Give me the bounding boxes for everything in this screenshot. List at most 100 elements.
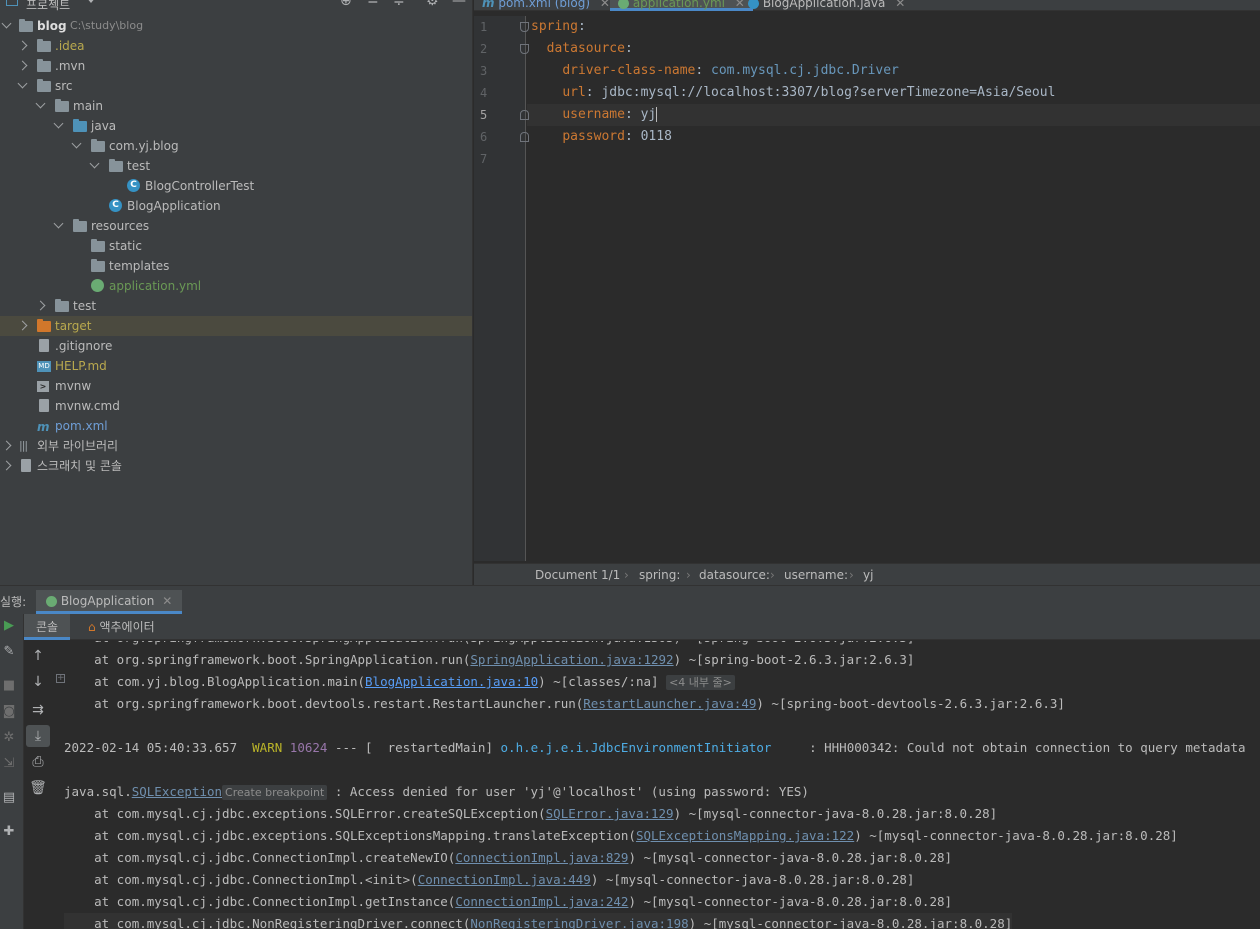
chevron-right-icon[interactable] xyxy=(17,40,28,51)
scroll-to-end-icon[interactable]: ⤓ xyxy=(26,725,50,747)
exception-link[interactable]: SQLException xyxy=(132,784,222,799)
soft-wrap-icon[interactable]: ⇉ xyxy=(26,699,50,721)
trash-icon[interactable]: 🗑 xyxy=(26,777,50,799)
close-icon[interactable]: ✕ xyxy=(600,0,610,10)
stacktrace-link[interactable]: BlogApplication.java:10 xyxy=(365,674,538,689)
fold-end-icon[interactable] xyxy=(520,110,529,120)
console-output[interactable]: + at org.springframework.boot.SpringAppl… xyxy=(54,641,1260,929)
tab-pom-xml[interactable]: m pom.xml (blog) ✕ xyxy=(482,0,610,11)
print-icon[interactable]: ⎙ xyxy=(26,751,50,773)
tree-item-label: mvnw.cmd xyxy=(55,399,120,413)
code-line-3[interactable]: driver-class-name: com.mysql.cj.jdbc.Dri… xyxy=(531,60,899,82)
tree-item-help-md[interactable]: MD HELP.md xyxy=(0,356,472,376)
tree-item-target[interactable]: target xyxy=(0,316,472,336)
tree-item-blogcontrollertest[interactable]: C BlogControllerTest xyxy=(0,176,472,196)
expand-all-icon[interactable]: ≑ xyxy=(393,0,405,9)
tree-item-idea[interactable]: .idea xyxy=(0,36,472,56)
chevron-right-icon[interactable] xyxy=(1,440,12,451)
tree-item-scratches[interactable]: 스크래치 및 콘솔 xyxy=(0,456,472,476)
chevron-right-icon[interactable] xyxy=(17,320,28,331)
chevron-right-icon[interactable] xyxy=(1,460,12,471)
arrow-up-icon[interactable]: ↑ xyxy=(26,645,50,667)
create-breakpoint-button[interactable]: Create breakpoint xyxy=(222,785,328,800)
stacktrace-link[interactable]: ConnectionImpl.java:829 xyxy=(455,850,628,865)
tree-item-package[interactable]: com.yj.blog xyxy=(0,136,472,156)
folded-lines-badge[interactable]: <4 내부 줄> xyxy=(666,675,735,690)
breadcrumb-item[interactable]: username: xyxy=(784,564,848,586)
fold-marker-icon[interactable] xyxy=(520,22,529,32)
code-line-2[interactable]: datasource: xyxy=(531,38,633,60)
camera-icon[interactable]: ◙ xyxy=(0,704,18,719)
tab-blogapplication-java[interactable]: BlogApplication.java ✕ xyxy=(748,0,905,11)
chevron-down-icon[interactable] xyxy=(35,98,46,109)
chevron-right-icon[interactable] xyxy=(17,60,28,71)
chevron-down-icon[interactable] xyxy=(17,78,28,89)
tab-application-yml[interactable]: application.yml ✕ xyxy=(610,0,753,11)
stacktrace-link[interactable]: RestartLauncher.java:49 xyxy=(583,696,756,711)
tree-item-mvnw-cmd[interactable]: mvnw.cmd xyxy=(0,396,472,416)
gear-icon[interactable]: ⚙ xyxy=(426,0,439,9)
tab-console[interactable]: 콘솔 xyxy=(24,614,71,640)
tree-item-static[interactable]: static xyxy=(0,236,472,256)
chevron-down-icon[interactable] xyxy=(89,158,100,169)
breadcrumb-item[interactable]: spring: xyxy=(639,564,680,586)
chevron-down-icon[interactable] xyxy=(71,138,82,149)
chevron-right-icon[interactable] xyxy=(35,300,46,311)
chevron-down-icon[interactable] xyxy=(53,118,64,129)
tree-item-resources[interactable]: resources xyxy=(0,216,472,236)
arrow-down-icon[interactable]: ↓ xyxy=(26,671,50,693)
breadcrumb-item[interactable]: Document 1/1 xyxy=(535,564,620,586)
fold-end-icon[interactable] xyxy=(520,132,529,142)
tree-item-src[interactable]: src xyxy=(0,76,472,96)
tree-item-blogapplication[interactable]: C BlogApplication xyxy=(0,196,472,216)
project-panel-title[interactable]: 프로젝트 xyxy=(26,0,70,13)
code-line-1[interactable]: spring: xyxy=(531,16,586,38)
close-icon[interactable]: ✕ xyxy=(895,0,905,10)
tab-label: 콘솔 xyxy=(36,620,59,634)
tree-item-main[interactable]: main xyxy=(0,96,472,116)
stacktrace-link[interactable]: ConnectionImpl.java:449 xyxy=(418,872,591,887)
stacktrace-link[interactable]: SpringApplication.java:1292 xyxy=(470,652,673,667)
target-icon[interactable]: ⊕ xyxy=(340,0,352,9)
tree-item-pom-xml[interactable]: m pom.xml xyxy=(0,416,472,436)
exit-icon[interactable]: ⇲ xyxy=(0,756,18,771)
wrench-icon[interactable]: ✎ xyxy=(0,644,18,659)
breadcrumb-item[interactable]: yj xyxy=(863,564,873,586)
stacktrace-link[interactable]: ConnectionImpl.java:242 xyxy=(455,894,628,909)
stacktrace-link[interactable]: SQLError.java:129 xyxy=(546,806,674,821)
fold-marker-icon[interactable] xyxy=(520,44,529,54)
breadcrumb-item[interactable]: datasource: xyxy=(699,564,770,586)
rerun-icon[interactable]: ▶ xyxy=(0,618,18,633)
chevron-right-icon: › xyxy=(686,568,691,582)
close-icon[interactable]: ✕ xyxy=(735,0,745,10)
chevron-down-icon[interactable] xyxy=(1,18,12,29)
layout-icon[interactable]: ▤ xyxy=(0,790,18,805)
tree-item-mvn[interactable]: .mvn xyxy=(0,56,472,76)
close-icon[interactable]: ✕ xyxy=(162,594,172,608)
stacktrace-link[interactable]: SQLExceptionsMapping.java:122 xyxy=(636,828,854,843)
tree-item-gitignore[interactable]: .gitignore xyxy=(0,336,472,356)
pin-icon[interactable]: ✚ xyxy=(0,824,18,839)
tab-actuator[interactable]: ⌂ 액추에이터 xyxy=(76,614,167,640)
code-line-5[interactable]: username: yj xyxy=(531,104,658,126)
tree-item-templates[interactable]: templates xyxy=(0,256,472,276)
chevron-down-icon[interactable] xyxy=(86,0,96,3)
stop-icon[interactable]: ■ xyxy=(0,678,18,693)
tree-item-blog[interactable]: blog C:\study\blog xyxy=(0,16,472,36)
tree-item-application-yml[interactable]: application.yml xyxy=(0,276,472,296)
tree-item-java[interactable]: java xyxy=(0,116,472,136)
minimize-icon[interactable]: — xyxy=(452,0,466,9)
tree-item-label: templates xyxy=(109,259,170,273)
code-line-6[interactable]: password: 0118 xyxy=(531,126,672,148)
tree-item-external-libraries[interactable]: ||| 외부 라이브러리 xyxy=(0,436,472,456)
run-tab-blogapplication[interactable]: BlogApplication ✕ xyxy=(36,590,183,614)
stacktrace-link[interactable]: NonRegisteringDriver.java:198 xyxy=(470,916,688,929)
code-line-4[interactable]: url: jdbc:mysql://localhost:3307/blog?se… xyxy=(531,82,1055,104)
tree-item-mvnw[interactable]: > mvnw xyxy=(0,376,472,396)
tree-item-test[interactable]: test xyxy=(0,296,472,316)
chevron-down-icon[interactable] xyxy=(53,218,64,229)
settings-icon[interactable]: ✲ xyxy=(0,730,18,745)
tree-item-test-package[interactable]: test xyxy=(0,156,472,176)
tree-item-label: src xyxy=(55,79,73,93)
collapse-all-icon[interactable]: ≚ xyxy=(367,0,379,9)
